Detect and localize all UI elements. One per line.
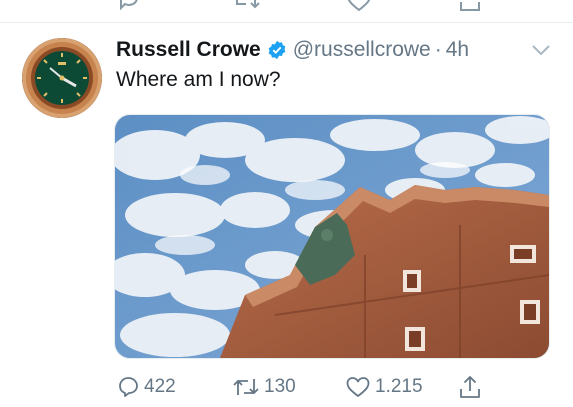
tweet-photo[interactable] xyxy=(114,114,550,359)
reply-icon[interactable] xyxy=(118,0,142,17)
previous-tweet-actions xyxy=(0,0,573,22)
reply-button[interactable]: 422 xyxy=(116,370,176,404)
retweet-icon xyxy=(233,379,259,395)
reply-icon xyxy=(119,377,138,397)
share-icon[interactable] xyxy=(458,0,482,17)
chevron-down-icon[interactable] xyxy=(530,42,552,58)
tweet-header: Russell Crowe @russellcrowe · 4h xyxy=(116,36,469,64)
reply-count: 422 xyxy=(144,376,176,397)
share-button[interactable] xyxy=(458,370,482,404)
retweet-button[interactable]: 130 xyxy=(232,370,296,404)
photo-sky-building-icon xyxy=(115,115,549,358)
author-handle[interactable]: @russellcrowe xyxy=(293,38,431,62)
like-count: 1.215 xyxy=(375,376,423,397)
tweet-text: Where am I now? xyxy=(116,68,281,91)
like-button[interactable]: 1.215 xyxy=(345,370,423,404)
tweet-divider xyxy=(0,22,573,23)
like-icon[interactable] xyxy=(346,0,372,17)
avatar[interactable] xyxy=(22,38,102,118)
heart-icon xyxy=(346,377,370,397)
header-separator: · xyxy=(434,38,442,61)
share-icon xyxy=(460,376,480,398)
tweet-actions: 422 130 1.215 xyxy=(0,370,573,404)
retweet-icon[interactable] xyxy=(232,0,260,17)
timeline: Russell Crowe @russellcrowe · 4h Where a… xyxy=(0,0,573,407)
retweet-count: 130 xyxy=(264,376,296,397)
tweet-time[interactable]: 4h xyxy=(446,38,469,62)
author-name[interactable]: Russell Crowe xyxy=(116,38,261,62)
verified-badge-icon xyxy=(268,40,286,60)
clock-avatar-icon xyxy=(22,38,102,118)
